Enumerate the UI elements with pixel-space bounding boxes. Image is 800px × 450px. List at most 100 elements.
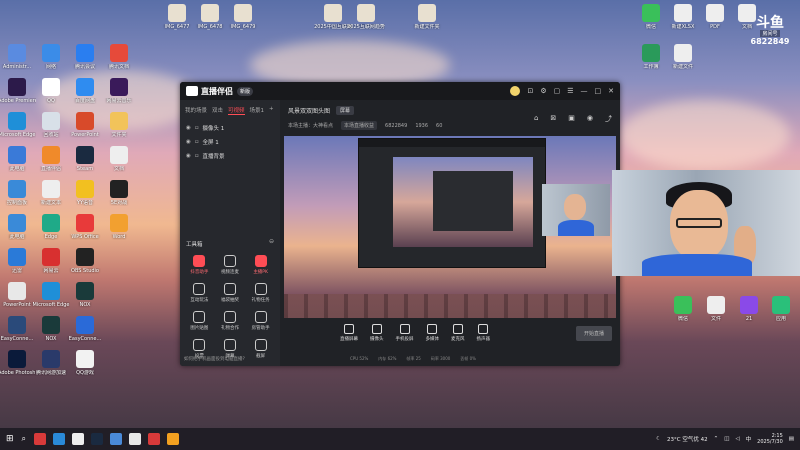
start-live-button[interactable]: 开始直播 xyxy=(575,326,612,341)
gift-box-icon[interactable]: ▣ xyxy=(568,114,575,124)
taskbar-app-icon[interactable] xyxy=(167,433,180,445)
bottom-tool[interactable]: 摄像头 xyxy=(370,324,384,342)
tool-item[interactable]: 房管助手 xyxy=(245,311,276,331)
taskbar-app-icon[interactable] xyxy=(129,433,142,445)
tool-item[interactable]: 图片贴图 xyxy=(184,311,215,331)
desktop-icon[interactable]: EasyConne... xyxy=(66,316,104,342)
desktop-icon[interactable]: PowerPoint xyxy=(0,282,36,308)
source-item[interactable]: ◉ ▫ 直播背景 xyxy=(180,149,280,163)
taskbar-app-icon[interactable] xyxy=(110,433,123,445)
eye-icon[interactable]: ◉ xyxy=(186,153,191,159)
source-item[interactable]: ◉ ▫ 摄像头 1 xyxy=(180,121,280,135)
taskbar-app-icon[interactable] xyxy=(148,433,161,445)
desktop-icon[interactable]: 新建文件夹 xyxy=(408,4,446,30)
input-icon[interactable]: 中 xyxy=(746,435,752,443)
tool-item[interactable]: 福袋抽奖 xyxy=(215,283,246,303)
desktop-icon[interactable]: 2025互联网趋势 xyxy=(347,4,385,30)
room-tab[interactable]: 风景双双图头图 xyxy=(288,106,330,115)
gift-icon[interactable]: ⊡ xyxy=(527,87,533,95)
desktop-icon[interactable]: 文档 xyxy=(100,146,138,172)
version-badge[interactable]: 新版 xyxy=(237,86,254,96)
desktop-icon[interactable]: WPS Office xyxy=(66,214,104,240)
collapse-icon[interactable]: ⊖ xyxy=(269,238,274,245)
desktop-icon[interactable]: 控制面板 xyxy=(0,180,36,206)
desktop-icon[interactable]: Adobe Photosh... xyxy=(0,350,36,376)
tool-item[interactable]: 互动玩法 xyxy=(184,283,215,303)
desktop-icon[interactable]: 此电脑 xyxy=(0,214,36,240)
help-tip[interactable]: 如何把手机画面投到电脑直播? xyxy=(184,356,245,362)
taskbar-app-icon[interactable] xyxy=(34,433,47,445)
bell-icon[interactable]: ◉ xyxy=(587,114,593,124)
scene-tab[interactable]: 场景1 xyxy=(250,106,265,115)
volume-icon[interactable]: ◁ xyxy=(735,436,739,442)
menu-icon[interactable]: ☰ xyxy=(567,87,573,95)
share-icon[interactable]: ⤴ xyxy=(605,114,612,124)
tool-item[interactable]: 抖音助手 xyxy=(184,255,215,275)
desktop-icon[interactable]: 文件夹 xyxy=(100,112,138,138)
lock-icon[interactable]: ▫ xyxy=(195,139,199,145)
desktop-icon[interactable]: QQ xyxy=(32,78,70,104)
desktop-icon[interactable]: 应用 xyxy=(762,296,800,322)
scene-tab[interactable]: 可视频 xyxy=(228,106,245,115)
desktop-icon[interactable]: Steam xyxy=(66,146,104,172)
taskbar-app-icon[interactable] xyxy=(91,433,104,445)
desktop-icon[interactable]: 直播伴侣 xyxy=(32,146,70,172)
lock-icon[interactable]: ▫ xyxy=(195,153,199,159)
title-bar[interactable]: 直播伴侣 新版 ⊡ ⚙ ▢ ☰ — □ ✕ xyxy=(180,82,620,100)
desktop-icon[interactable]: 回收站 xyxy=(32,112,70,138)
desktop-icon[interactable]: 迅雷 xyxy=(0,248,36,274)
desktop-icon[interactable]: Edge xyxy=(32,214,70,240)
desktop-icon[interactable]: NOX xyxy=(66,282,104,308)
network-icon[interactable]: ◫ xyxy=(724,436,729,442)
tool-item[interactable]: 礼物任务 xyxy=(245,283,276,303)
desktop-icon[interactable]: IMG_6479 xyxy=(224,4,262,30)
desktop-icon[interactable]: 腾讯会议 xyxy=(66,44,104,70)
avatar[interactable] xyxy=(510,86,521,96)
bottom-tool[interactable]: 麦克风 xyxy=(451,324,465,342)
desktop-icon[interactable]: YY语音 xyxy=(66,180,104,206)
desktop-icon[interactable]: 百度网盘 xyxy=(66,78,104,104)
desktop-icon[interactable]: 网易云 xyxy=(32,248,70,274)
tool-item[interactable]: 视频连麦 xyxy=(215,255,246,275)
taskbar-app-icon[interactable] xyxy=(72,433,85,445)
eye-icon[interactable]: ◉ xyxy=(186,125,191,131)
skin-icon[interactable]: ▢ xyxy=(554,87,561,95)
desktop-icon[interactable]: Microsoft Edge xyxy=(0,112,36,138)
search-icon[interactable]: ⌕ xyxy=(22,434,26,444)
desktop-icon[interactable]: 此电脑 xyxy=(0,146,36,172)
weather[interactable]: 23°C 空气优 42 xyxy=(667,435,708,443)
tool-item[interactable]: 主播PK xyxy=(245,255,276,275)
desktop-icon[interactable]: PowerPoint xyxy=(66,112,104,138)
bottom-tool[interactable]: 多媒体 xyxy=(426,324,439,342)
shop-icon[interactable]: ⌂ xyxy=(534,114,538,124)
clock[interactable]: 2:15 2025/7/30 xyxy=(757,433,783,445)
desktop-icon[interactable]: EasyConne... xyxy=(0,316,36,342)
stream-preview[interactable] xyxy=(284,136,616,336)
desktop-icon[interactable]: OBS Studio xyxy=(66,248,104,274)
tray-arrow-icon[interactable]: ⌃ xyxy=(714,436,719,442)
scene-tab[interactable]: 双击 xyxy=(212,106,223,115)
scene-tab[interactable]: 我的场景 xyxy=(185,106,207,115)
desktop-icon[interactable]: QQ游戏 xyxy=(66,350,104,376)
bottom-tool[interactable]: 扬声器 xyxy=(477,324,490,342)
desktop-icon[interactable]: 网络 xyxy=(32,44,70,70)
desktop-icon[interactable]: Administr... xyxy=(0,44,36,70)
desktop-icon[interactable]: 新建文本 xyxy=(32,180,70,206)
windows-start-icon[interactable]: ⊞ xyxy=(6,434,14,444)
notification-icon[interactable]: ▤ xyxy=(789,436,794,442)
desktop-icon[interactable]: Word xyxy=(100,214,138,240)
desktop-icon[interactable]: 网易云音乐 xyxy=(100,78,138,104)
maximize-icon[interactable]: □ xyxy=(595,87,602,95)
desktop-icon[interactable]: NOX xyxy=(32,316,70,342)
desktop-icon[interactable]: 腾讯网游加速 xyxy=(32,350,70,376)
desktop-icon[interactable]: 新建文件 xyxy=(664,44,702,70)
add-scene-icon[interactable]: + xyxy=(269,106,274,115)
desktop-icon[interactable]: 腾讯文档 xyxy=(100,44,138,70)
tool-item[interactable]: 礼物合作 xyxy=(215,311,246,331)
live-companion-window[interactable]: 直播伴侣 新版 ⊡ ⚙ ▢ ☰ — □ ✕ 我的场景 双击 可视频 场景1 + ◉ ▫ 摄像… xyxy=(180,82,620,366)
tool-item[interactable]: 截屏 xyxy=(245,339,276,359)
taskbar-app-icon[interactable] xyxy=(53,433,66,445)
lock-icon[interactable]: ⊠ xyxy=(550,114,556,124)
settings-icon[interactable]: ⚙ xyxy=(540,87,546,95)
close-icon[interactable]: ✕ xyxy=(608,87,614,95)
